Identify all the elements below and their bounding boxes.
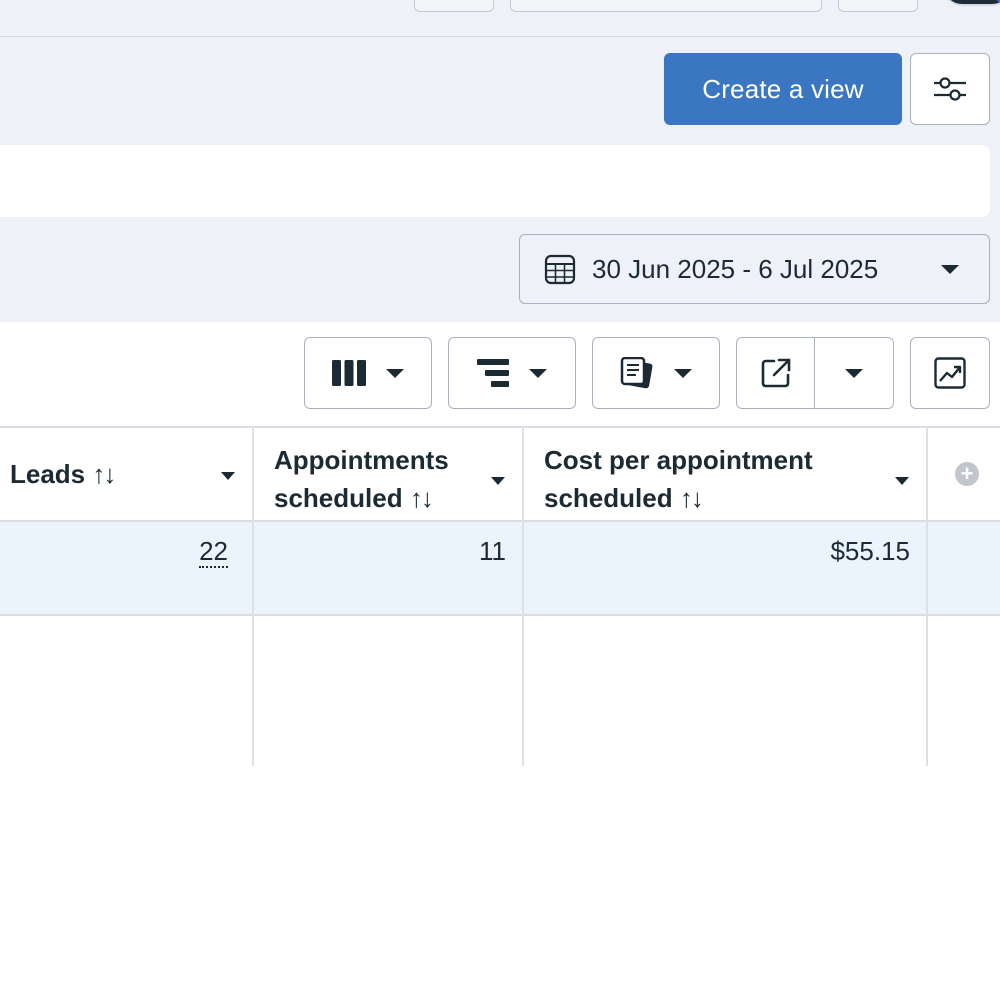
view-settings-button[interactable] bbox=[910, 53, 990, 125]
export-button-group bbox=[736, 337, 894, 409]
date-range-picker[interactable]: 30 Jun 2025 - 6 Jul 2025 bbox=[519, 234, 990, 304]
topbar-button[interactable] bbox=[414, 0, 494, 12]
chevron-down-icon[interactable] bbox=[491, 477, 505, 485]
column-divider bbox=[252, 426, 254, 766]
column-title-line2: scheduled bbox=[544, 483, 673, 513]
chevron-down-icon bbox=[845, 368, 863, 378]
cell-appointments-scheduled: 11 bbox=[479, 536, 506, 567]
leads-value[interactable]: 22 bbox=[199, 536, 228, 568]
column-header-leads[interactable]: Leads ↑↓ bbox=[10, 428, 250, 522]
reports-button[interactable] bbox=[592, 337, 720, 409]
topbar-button[interactable] bbox=[838, 0, 918, 12]
column-divider bbox=[926, 426, 928, 766]
sliders-icon bbox=[934, 77, 966, 101]
reports-icon bbox=[620, 357, 653, 389]
columns-button[interactable] bbox=[304, 337, 432, 409]
sort-icon[interactable]: ↑↓ bbox=[92, 459, 116, 489]
chevron-down-icon bbox=[529, 368, 547, 378]
cost-value: $55.15 bbox=[830, 536, 910, 566]
column-title: Cost per appointment bbox=[544, 445, 813, 475]
chevron-down-icon[interactable] bbox=[895, 477, 909, 485]
sort-icon[interactable]: ↑↓ bbox=[410, 483, 434, 513]
column-header-cost-per-appointment-scheduled[interactable]: Cost per appointment scheduled ↑↓ bbox=[544, 428, 894, 522]
topbar-search-field[interactable] bbox=[510, 0, 822, 12]
column-header-appointments-scheduled[interactable]: Appointments scheduled ↑↓ bbox=[274, 428, 514, 522]
column-title: Leads bbox=[10, 459, 86, 489]
column-title: Appointments bbox=[274, 445, 449, 475]
appointments-value: 11 bbox=[479, 536, 506, 566]
create-view-button[interactable]: Create a view bbox=[664, 53, 902, 125]
calendar-icon bbox=[544, 254, 576, 285]
chart-button[interactable] bbox=[910, 337, 990, 409]
search-filter-bar[interactable] bbox=[0, 145, 990, 217]
column-title-line2: scheduled bbox=[274, 483, 403, 513]
chevron-down-icon[interactable] bbox=[221, 472, 235, 480]
columns-icon bbox=[332, 360, 366, 386]
export-options-dropdown[interactable] bbox=[815, 338, 893, 408]
chart-icon bbox=[934, 357, 966, 389]
table-row[interactable]: 22 11 $55.15 bbox=[0, 522, 1000, 616]
sort-icon[interactable]: ↑↓ bbox=[680, 483, 704, 513]
column-divider bbox=[522, 426, 524, 766]
breakdown-button[interactable] bbox=[448, 337, 576, 409]
breakdown-icon bbox=[477, 359, 509, 387]
page-header-area: Create a view 30 Jun 2025 - 6 Jul 2025 bbox=[0, 0, 1000, 322]
cell-cost-per-appointment: $55.15 bbox=[830, 536, 910, 567]
cell-leads[interactable]: 22 bbox=[199, 536, 228, 568]
chevron-down-icon bbox=[386, 368, 404, 378]
export-button[interactable] bbox=[737, 338, 815, 408]
create-view-label: Create a view bbox=[702, 73, 864, 104]
chevron-down-icon bbox=[941, 264, 959, 274]
plus-circle-icon[interactable]: + bbox=[955, 462, 979, 486]
table-header: Leads ↑↓ Appointments scheduled ↑↓ Cost … bbox=[0, 426, 1000, 522]
date-range-label: 30 Jun 2025 - 6 Jul 2025 bbox=[592, 253, 879, 284]
export-icon bbox=[761, 358, 790, 388]
avatar[interactable] bbox=[942, 0, 1000, 6]
top-navigation-bar bbox=[0, 0, 1000, 37]
avatar-badge bbox=[996, 0, 1000, 3]
chevron-down-icon bbox=[674, 368, 692, 378]
